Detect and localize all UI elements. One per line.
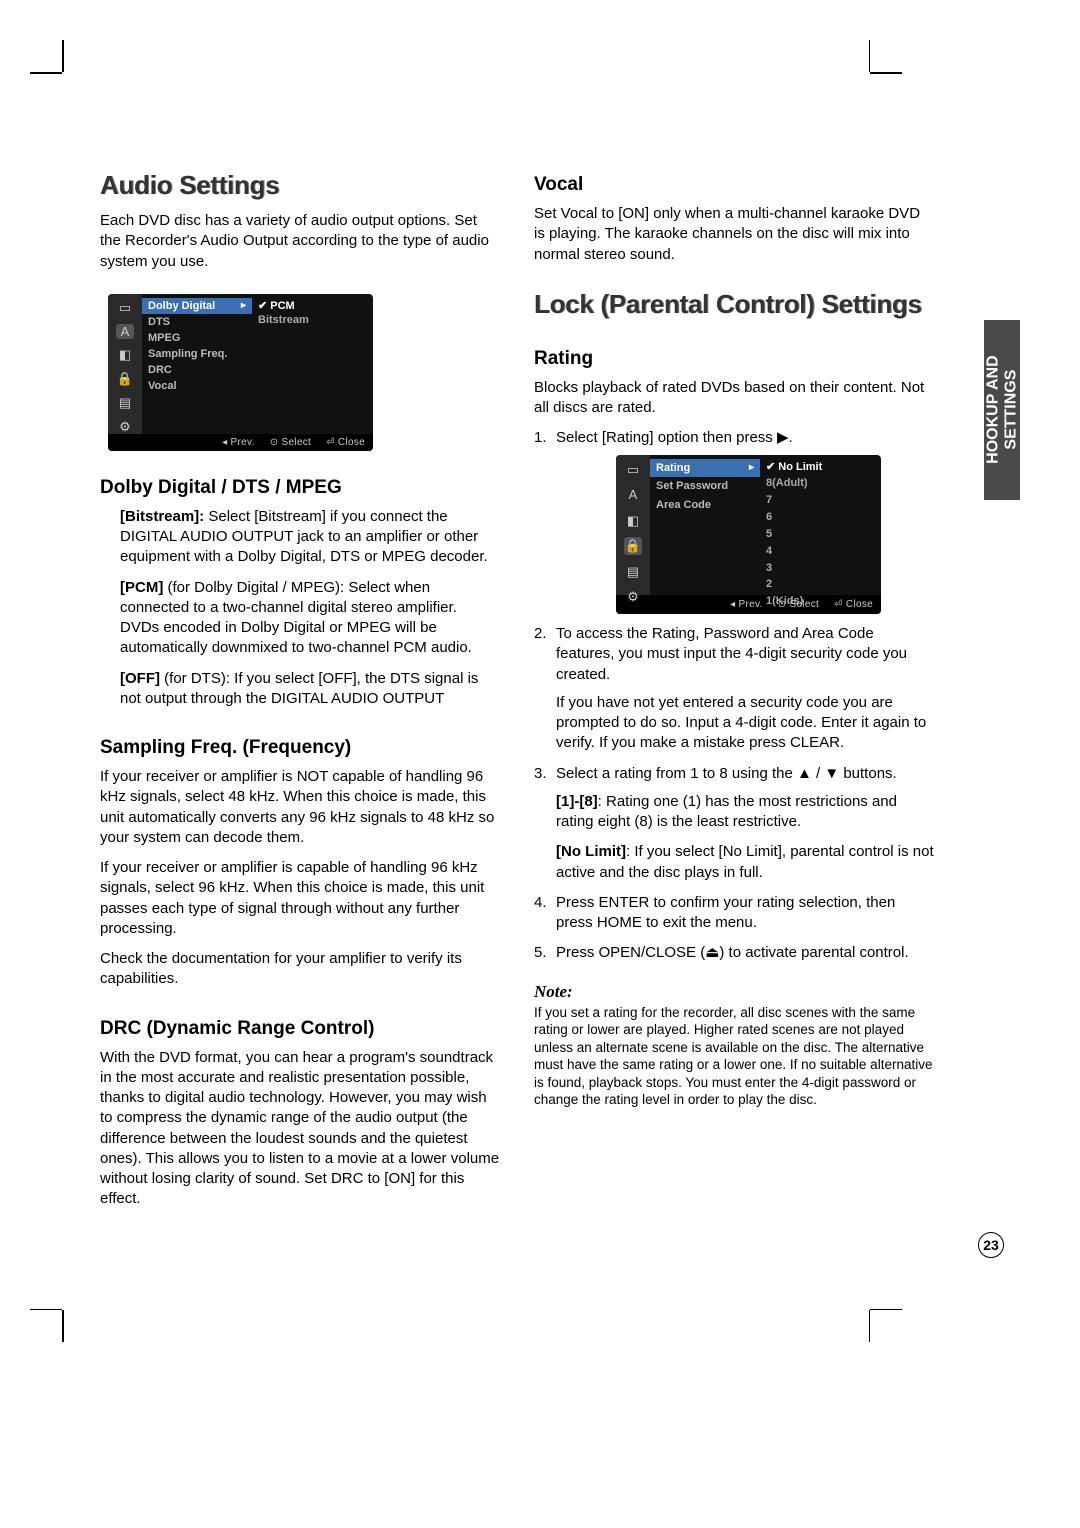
disc-icon: ◧ bbox=[624, 512, 642, 530]
para: Blocks playback of rated DVDs based on t… bbox=[534, 378, 934, 419]
crop-mark bbox=[62, 40, 64, 72]
audio-icon: A bbox=[116, 324, 134, 339]
heading-dolby: Dolby Digital / DTS / MPEG bbox=[100, 477, 500, 499]
osd-footer: ◂ Prev. ⊙ Select ⏎ Close bbox=[616, 595, 881, 615]
crop-mark bbox=[30, 1309, 62, 1311]
section-tab-line2: SETTINGS bbox=[1002, 356, 1020, 464]
osd-option: 8(Adult) bbox=[766, 475, 875, 492]
osd-option: 6 bbox=[766, 509, 875, 526]
audio-icon: A bbox=[624, 486, 642, 504]
para: [1]-[8]: Rating one (1) has the most res… bbox=[556, 792, 934, 833]
osd-menu-item: DRC bbox=[142, 362, 252, 378]
osd-menu-item: Set Password bbox=[650, 477, 760, 496]
lock-icon: 🔒 bbox=[116, 371, 134, 387]
osd-menu-item: Vocal bbox=[142, 378, 252, 394]
record-icon: ▤ bbox=[116, 395, 134, 411]
crop-mark bbox=[870, 72, 902, 74]
para: Check the documentation for your amplifi… bbox=[100, 949, 500, 990]
record-icon: ▤ bbox=[624, 563, 642, 581]
step: To access the Rating, Password and Area … bbox=[534, 624, 934, 754]
page-number: 23 bbox=[978, 1232, 1004, 1258]
crop-mark bbox=[870, 1309, 902, 1311]
heading-lock-settings: Lock (Parental Control) Settings bbox=[534, 289, 934, 320]
note-heading: Note: bbox=[534, 982, 934, 1002]
para: If your receiver or amplifier is NOT cap… bbox=[100, 767, 500, 848]
para: Set Vocal to [ON] only when a multi-chan… bbox=[534, 204, 934, 265]
audio-intro: Each DVD disc has a variety of audio out… bbox=[100, 211, 500, 272]
osd-option: 5 bbox=[766, 526, 875, 543]
heading-vocal: Vocal bbox=[534, 174, 934, 196]
crop-mark bbox=[869, 40, 871, 72]
lock-icon: 🔒 bbox=[624, 537, 642, 555]
page: HOOKUP AND SETTINGS Audio Settings Each … bbox=[0, 0, 1080, 1528]
heading-rating: Rating bbox=[534, 348, 934, 370]
osd-icon-column: ▭ A ◧ 🔒 ▤ ⚙ bbox=[108, 294, 142, 434]
section-tab: HOOKUP AND SETTINGS bbox=[984, 320, 1020, 500]
crop-mark bbox=[30, 72, 62, 74]
step: Press ENTER to confirm your rating selec… bbox=[534, 893, 934, 934]
tv-icon: ▭ bbox=[116, 300, 134, 316]
rating-steps: Select [Rating] option then press ▶. ▭ A… bbox=[534, 428, 934, 973]
step: Select a rating from 1 to 8 using the ▲ … bbox=[534, 764, 934, 883]
osd-option: Bitstream bbox=[258, 313, 367, 327]
para: If your receiver or amplifier is capable… bbox=[100, 858, 500, 939]
osd-menu-item: Area Code bbox=[650, 496, 760, 515]
note-text: If you set a rating for the recorder, al… bbox=[534, 1004, 934, 1109]
osd-option: 3 bbox=[766, 560, 875, 577]
osd-footer: ◂ Prev. ⊙ Select ⏎ Close bbox=[108, 434, 373, 451]
osd-lock-menu: ▭ A ◧ 🔒 ▤ ⚙ Rating▸ Set Password Area Co… bbox=[616, 455, 881, 615]
heading-drc: DRC (Dynamic Range Control) bbox=[100, 1018, 500, 1040]
right-column: Vocal Set Vocal to [ON] only when a mult… bbox=[534, 170, 934, 1220]
osd-menu-item: Sampling Freq. bbox=[142, 346, 252, 362]
osd-option-list: PCM Bitstream bbox=[252, 294, 373, 434]
crop-mark bbox=[62, 1310, 64, 1342]
gear-icon: ⚙ bbox=[624, 588, 642, 606]
osd-option: 2 bbox=[766, 576, 875, 593]
osd-option-list: No Limit 8(Adult) 7 6 5 4 3 2 1(Kids) bbox=[760, 455, 881, 595]
para: With the DVD format, you can hear a prog… bbox=[100, 1048, 500, 1210]
step: Select [Rating] option then press ▶. ▭ A… bbox=[534, 428, 934, 614]
osd-option: 7 bbox=[766, 492, 875, 509]
osd-menu-list: Rating▸ Set Password Area Code bbox=[650, 455, 760, 595]
osd-menu-item: Rating▸ bbox=[650, 459, 760, 478]
osd-option: No Limit bbox=[766, 459, 875, 476]
para: [PCM] (for Dolby Digital / MPEG): Select… bbox=[120, 578, 500, 659]
section-tab-line1: HOOKUP AND bbox=[984, 356, 1002, 464]
osd-menu-item: DTS bbox=[142, 314, 252, 330]
osd-option: 4 bbox=[766, 543, 875, 560]
osd-audio-menu: ▭ A ◧ 🔒 ▤ ⚙ Dolby Digital▸ DTS MPEG Samp… bbox=[108, 294, 373, 451]
left-column: Audio Settings Each DVD disc has a varie… bbox=[100, 170, 500, 1220]
heading-sampling: Sampling Freq. (Frequency) bbox=[100, 737, 500, 759]
para: If you have not yet entered a security c… bbox=[556, 693, 934, 754]
osd-menu-item: Dolby Digital▸ bbox=[142, 298, 252, 314]
para: [OFF] (for DTS): If you select [OFF], th… bbox=[120, 669, 500, 710]
crop-mark bbox=[869, 1310, 871, 1342]
heading-audio-settings: Audio Settings bbox=[100, 170, 500, 201]
disc-icon: ◧ bbox=[116, 347, 134, 363]
para: [Bitstream]: Select [Bitstream] if you c… bbox=[120, 507, 500, 568]
para: [No Limit]: If you select [No Limit], pa… bbox=[556, 842, 934, 883]
osd-icon-column: ▭ A ◧ 🔒 ▤ ⚙ bbox=[616, 455, 650, 595]
gear-icon: ⚙ bbox=[116, 419, 134, 435]
tv-icon: ▭ bbox=[624, 461, 642, 479]
step: Press OPEN/CLOSE (⏏) to activate parenta… bbox=[534, 943, 934, 963]
osd-menu-item: MPEG bbox=[142, 330, 252, 346]
osd-option: PCM bbox=[258, 298, 367, 313]
osd-menu-list: Dolby Digital▸ DTS MPEG Sampling Freq. D… bbox=[142, 294, 252, 434]
